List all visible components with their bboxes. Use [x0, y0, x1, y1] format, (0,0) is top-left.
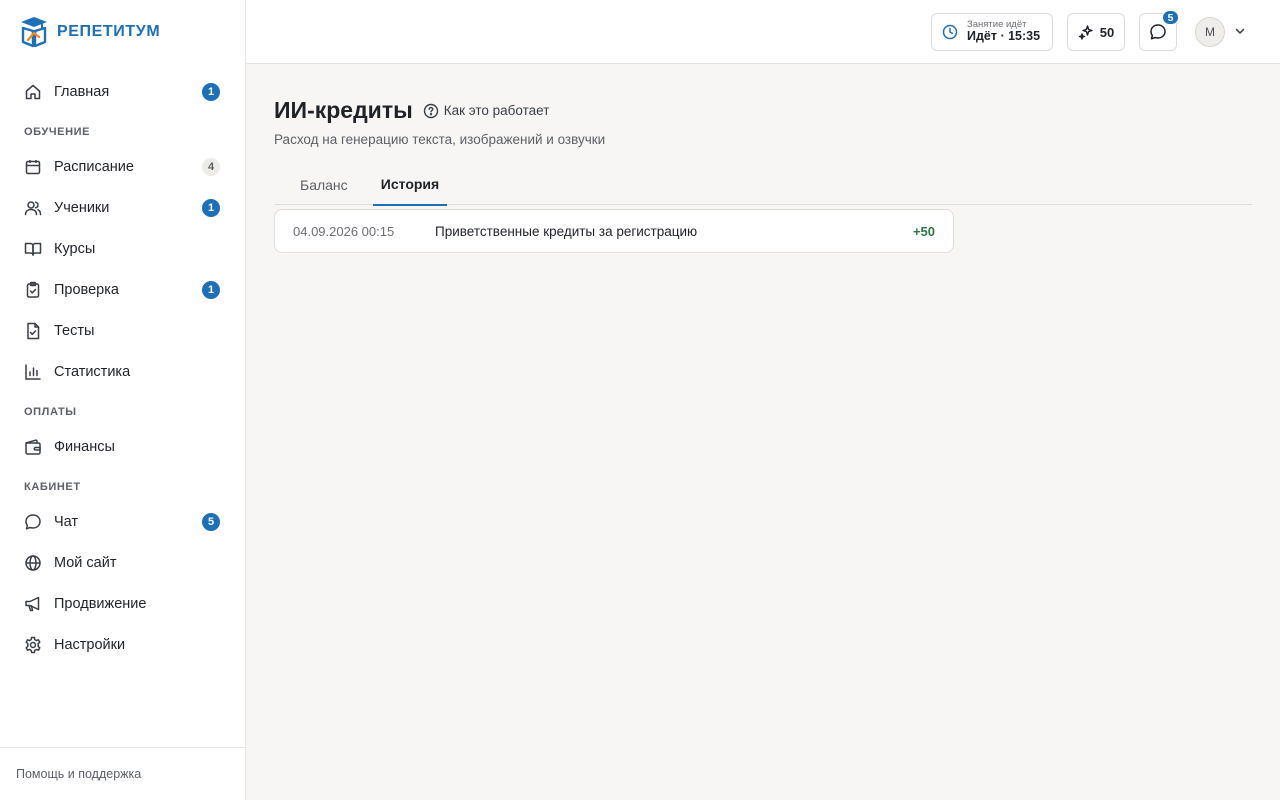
- tab-history[interactable]: История: [373, 164, 447, 206]
- help-support-link[interactable]: Помощь и поддержка: [0, 747, 245, 800]
- sidebar-item-label: Мой сайт: [54, 554, 117, 571]
- page-subtitle: Расход на генерацию текста, изображений …: [274, 132, 606, 147]
- sidebar-item-students[interactable]: Ученики 1: [0, 187, 245, 228]
- message-icon: [1150, 24, 1166, 40]
- calendar-icon: [24, 158, 42, 176]
- brand-name: РЕПЕТИТУМ: [57, 23, 161, 40]
- section-learning: ОБУЧЕНИЕ: [24, 126, 91, 138]
- sidebar-item-label: Курсы: [54, 240, 96, 257]
- sidebar-item-label: Тесты: [54, 322, 95, 339]
- how-it-works-link[interactable]: Как это работает: [423, 103, 550, 119]
- notification-badge: 5: [202, 512, 220, 531]
- home-icon: [24, 83, 42, 101]
- book-open-icon: [24, 240, 42, 258]
- sidebar-item-finance[interactable]: Финансы: [0, 426, 245, 467]
- sidebar-item-statistics[interactable]: Статистика: [0, 351, 245, 392]
- current-lesson-button[interactable]: Занятие идёт Идёт · 15:35: [931, 13, 1053, 51]
- history-date: 04.09.2026 00:15: [293, 223, 395, 239]
- sidebar-item-schedule[interactable]: Расписание 4: [0, 146, 245, 187]
- list-item: 04.09.2026 00:15 Приветственные кредиты …: [274, 209, 954, 253]
- sparkles-icon: [1078, 24, 1093, 40]
- sidebar-item-tests[interactable]: Тесты: [0, 310, 245, 351]
- sidebar-item-label: Настройки: [54, 636, 126, 653]
- file-check-icon: [24, 322, 42, 340]
- sidebar-item-label: Статистика: [54, 363, 131, 380]
- bar-chart-icon: [24, 363, 42, 381]
- sidebar-item-courses[interactable]: Курсы: [0, 228, 245, 269]
- megaphone-icon: [24, 595, 42, 613]
- sidebar-item-label: Главная: [54, 83, 110, 100]
- sidebar-item-label: Финансы: [54, 438, 115, 455]
- chevron-down-icon[interactable]: [1234, 25, 1246, 37]
- clock-icon: [942, 24, 958, 40]
- brand-logo[interactable]: РЕПЕТИТУМ: [20, 15, 160, 49]
- gear-icon: [24, 636, 42, 654]
- notification-badge: 1: [202, 280, 220, 299]
- history-amount: +50: [912, 223, 935, 239]
- help-circle-icon: [423, 103, 438, 118]
- wallet-icon: [24, 438, 42, 456]
- credits-count: 50: [1099, 24, 1115, 40]
- section-cabinet: КАБИНЕТ: [24, 481, 81, 493]
- ai-credits-button[interactable]: 50: [1067, 13, 1125, 51]
- sidebar-item-settings[interactable]: Настройки: [0, 624, 245, 665]
- clipboard-check-icon: [24, 281, 42, 299]
- sidebar: РЕПЕТИТУМ Главная 1 ОБУЧЕНИЕ Расписание …: [0, 0, 246, 800]
- avatar[interactable]: М: [1195, 17, 1225, 47]
- sidebar-item-label: Чат: [54, 513, 79, 530]
- tab-balance[interactable]: Баланс: [300, 164, 348, 205]
- topbar: Занятие идёт Идёт · 15:35 50 5 М: [246, 0, 1280, 64]
- tab-bar: Баланс История: [274, 164, 1252, 206]
- page-title: ИИ-кредиты: [274, 97, 413, 123]
- count-badge: 4: [202, 157, 220, 176]
- sidebar-item-home[interactable]: Главная 1: [0, 71, 245, 112]
- users-icon: [24, 199, 42, 217]
- sidebar-item-promotion[interactable]: Продвижение: [0, 583, 245, 624]
- sidebar-item-label: Продвижение: [54, 595, 147, 612]
- sidebar-item-chat[interactable]: Чат 5: [0, 501, 245, 542]
- notification-badge: 1: [202, 198, 220, 217]
- notification-badge: 1: [202, 82, 220, 101]
- lesson-status-time: Идёт · 15:35: [967, 29, 1041, 44]
- sidebar-item-label: Проверка: [54, 281, 119, 298]
- globe-icon: [24, 554, 42, 572]
- how-it-works-label: Как это работает: [443, 103, 550, 118]
- logo-icon: [21, 17, 47, 48]
- messages-badge: 5: [1162, 10, 1179, 25]
- section-payments: ОПЛАТЫ: [24, 406, 77, 418]
- sidebar-nav: Главная 1 ОБУЧЕНИЕ Расписание 4 Ученики …: [0, 71, 245, 665]
- sidebar-item-label: Ученики: [54, 199, 110, 216]
- history-description: Приветственные кредиты за регистрацию: [435, 223, 698, 239]
- sidebar-item-my-site[interactable]: Мой сайт: [0, 542, 245, 583]
- sidebar-item-review[interactable]: Проверка 1: [0, 269, 245, 310]
- chat-bubble-icon: [24, 513, 42, 531]
- sidebar-item-label: Расписание: [54, 158, 134, 175]
